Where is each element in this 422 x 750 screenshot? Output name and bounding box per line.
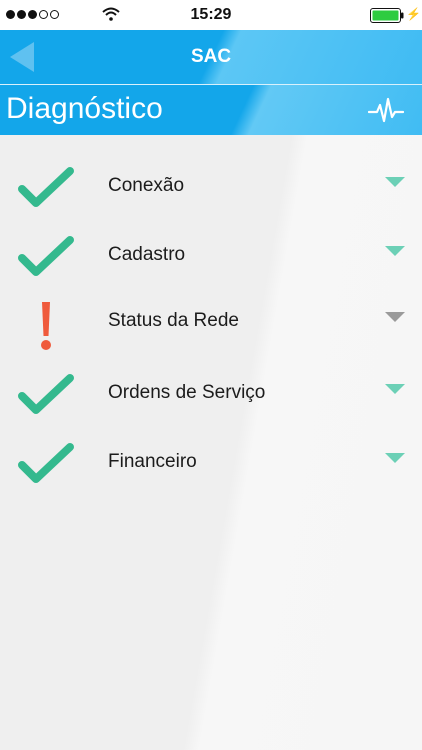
nav-bar: SAC (0, 30, 422, 84)
status-bar: 15:29 ⚡ (0, 0, 422, 30)
nav-title: SAC (190, 46, 232, 67)
diagnostic-list: Conexão Cadastro Status da Rede Ordens d… (0, 135, 422, 750)
exclamation-icon (41, 302, 51, 350)
list-item-financeiro[interactable]: Financeiro (0, 441, 422, 501)
item-label: Ordens de Serviço (108, 382, 266, 403)
item-label: Conexão (108, 175, 185, 196)
battery-icon (370, 8, 404, 23)
list-item-conexao[interactable]: Conexão (0, 165, 422, 225)
chevron-down-icon[interactable] (385, 177, 405, 187)
chevron-down-icon[interactable] (385, 312, 405, 322)
check-icon (18, 374, 74, 414)
chevron-down-icon[interactable] (385, 453, 405, 463)
charging-bolt-icon: ⚡ (406, 7, 421, 21)
chevron-down-icon[interactable] (385, 384, 405, 394)
chevron-down-icon[interactable] (385, 246, 405, 256)
section-header: Diagnóstico (0, 85, 422, 135)
list-item-ordens-de-servico[interactable]: Ordens de Serviço (0, 372, 422, 432)
section-title: Diagnóstico (6, 92, 163, 125)
list-item-cadastro[interactable]: Cadastro (0, 234, 422, 294)
item-label: Status da Rede (108, 310, 239, 331)
item-label: Financeiro (108, 451, 197, 472)
item-label: Cadastro (108, 244, 186, 265)
status-time: 15:29 (190, 6, 232, 23)
check-icon (18, 236, 74, 276)
check-icon (18, 443, 74, 483)
list-item-status-da-rede[interactable]: Status da Rede (0, 300, 422, 360)
heartbeat-pulse-icon[interactable] (368, 95, 404, 125)
check-icon (18, 167, 74, 207)
